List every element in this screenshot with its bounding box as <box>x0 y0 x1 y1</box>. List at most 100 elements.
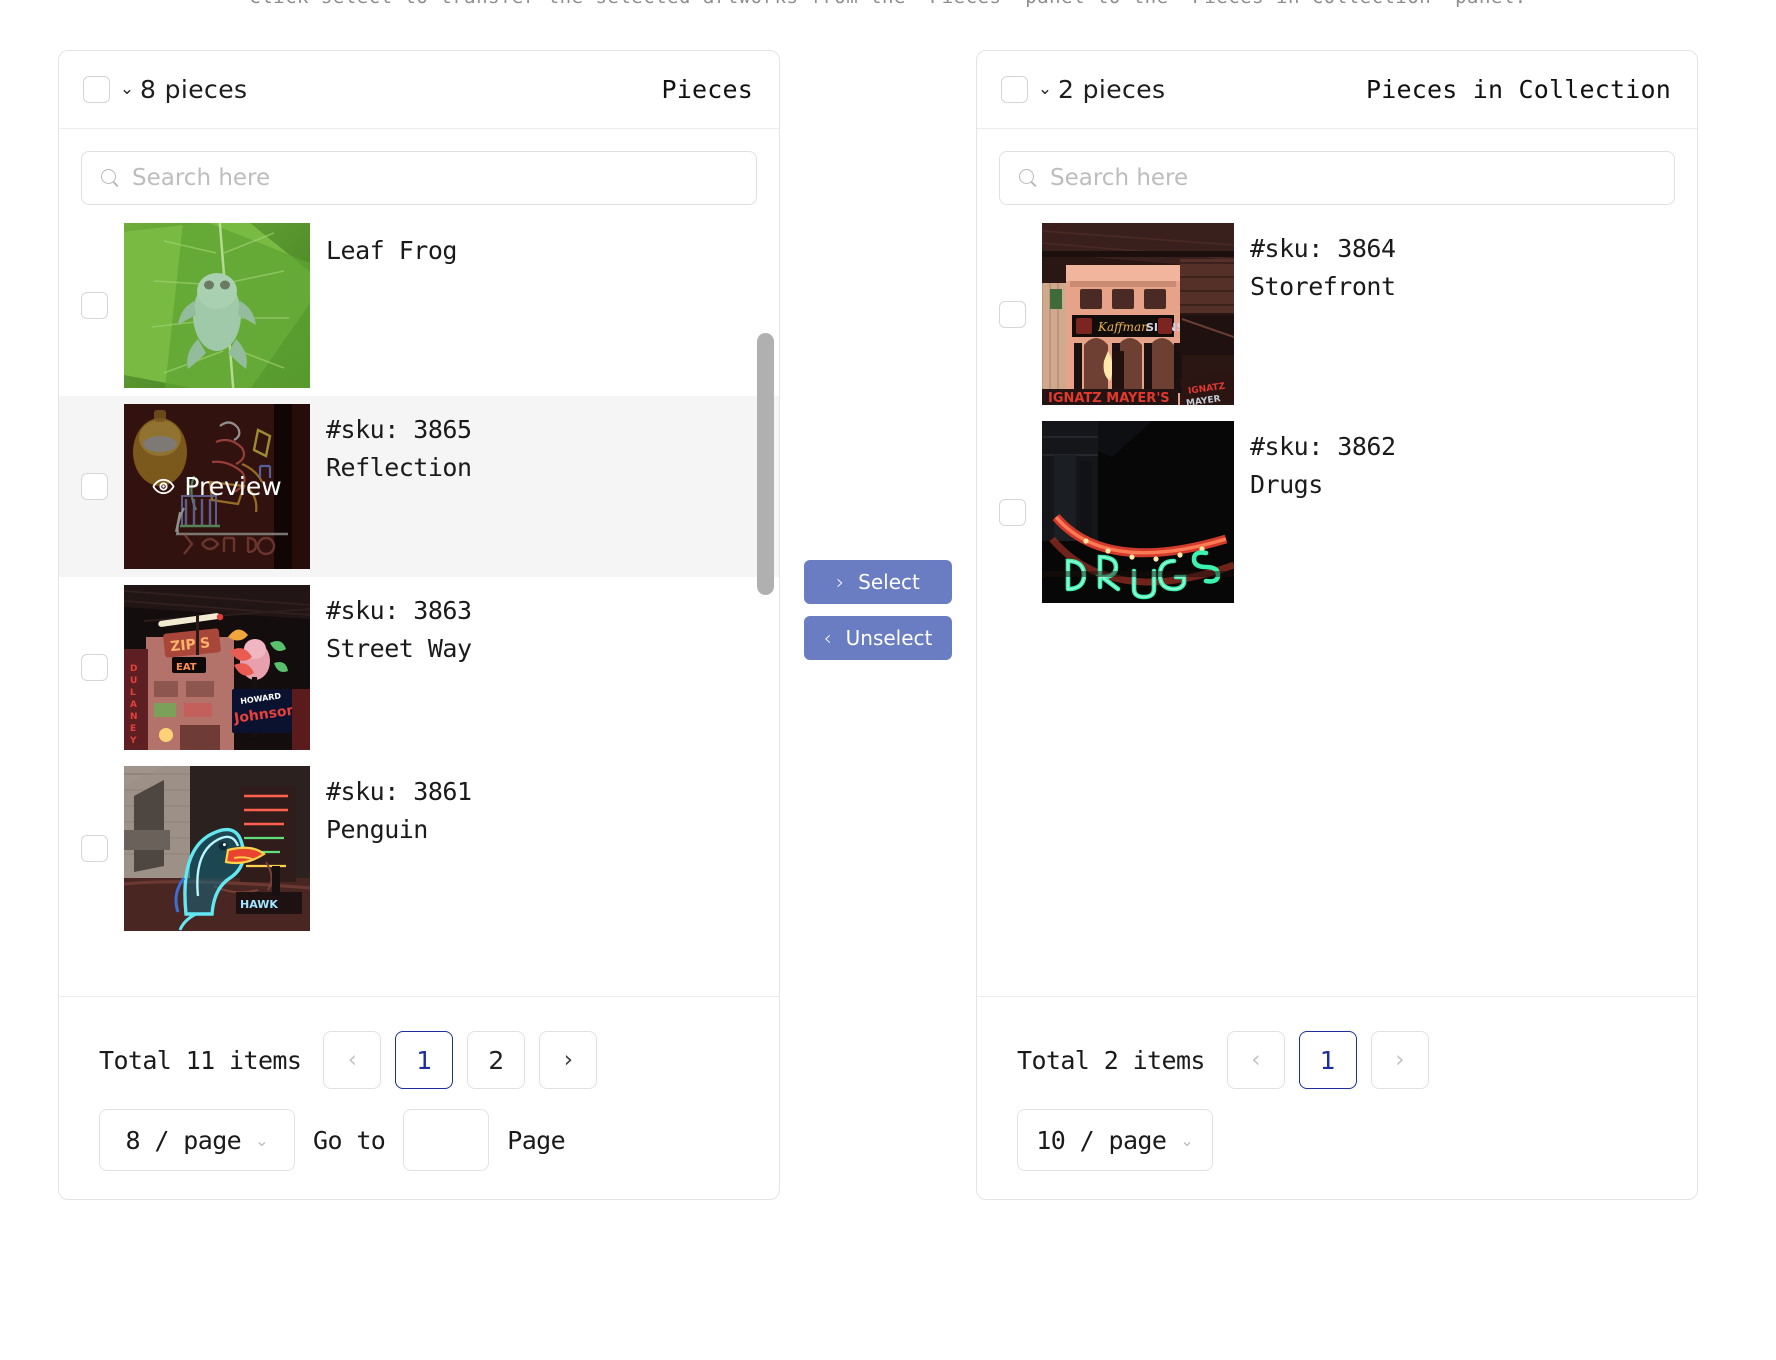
source-select-all-checkbox[interactable] <box>83 76 110 103</box>
item-name: Storefront <box>1250 271 1396 301</box>
target-panel-title: Pieces in Collection <box>1365 75 1671 104</box>
item-meta: #sku: 3864 Storefront <box>1250 223 1396 405</box>
list-item[interactable]: HAWK #sku: 3861 Penguin <box>59 758 779 939</box>
item-name: Drugs <box>1250 469 1323 499</box>
list-item[interactable]: #sku: 3862 Drugs <box>977 413 1697 611</box>
list-item[interactable]: Preview #sku: 3865 Reflection <box>59 396 779 577</box>
item-checkbox[interactable] <box>81 292 108 319</box>
svg-text:HAWK: HAWK <box>240 898 278 911</box>
source-search-wrap: Search here <box>59 129 779 215</box>
svg-text:EAT: EAT <box>176 662 197 673</box>
target-search-box[interactable]: Search here <box>999 151 1675 205</box>
transfer-widget: ⌄ 8 pieces Pieces Search here Leaf Frog … <box>58 50 1698 1200</box>
item-checkbox[interactable] <box>81 654 108 681</box>
unselect-button-label: Unselect <box>845 626 933 650</box>
target-search-input[interactable]: Search here <box>1050 165 1188 191</box>
item-meta: #sku: 3862 Drugs <box>1250 421 1396 603</box>
item-thumbnail-street-way[interactable]: DUL ANE Y ZIP'S EAT HOWARD Johnson <box>124 585 310 750</box>
eye-icon <box>152 475 175 498</box>
list-item[interactable]: Kaffman SIGNS <box>977 215 1697 413</box>
list-item[interactable]: Leaf Frog <box>59 215 779 396</box>
item-meta: Leaf Frog <box>326 223 457 388</box>
svg-text:Y: Y <box>129 736 137 746</box>
svg-text:IGNATZ MAYER'S: IGNATZ MAYER'S <box>1048 391 1170 405</box>
target-count-label: 2 pieces <box>1058 75 1166 104</box>
search-icon <box>1018 168 1038 188</box>
svg-text:Kaffman: Kaffman <box>1097 320 1149 334</box>
source-next-page-button[interactable]: › <box>539 1031 598 1089</box>
target-page-1-button[interactable]: 1 <box>1298 1031 1357 1089</box>
unselect-button[interactable]: ‹ Unselect <box>804 616 952 660</box>
target-prev-page-button[interactable]: ‹ <box>1226 1031 1285 1089</box>
item-sku: #sku: 3865 <box>326 415 472 444</box>
source-count-label: 8 pieces <box>140 75 248 104</box>
select-button-label: Select <box>858 570 920 594</box>
transfer-page: Click select to transfer the selected ar… <box>0 0 1776 1360</box>
item-meta: #sku: 3865 Reflection <box>326 404 472 569</box>
source-prev-page-button[interactable]: ‹ <box>323 1031 382 1089</box>
source-page-2-button[interactable]: 2 <box>467 1031 526 1089</box>
source-panel: ⌄ 8 pieces Pieces Search here Leaf Frog … <box>58 50 780 1200</box>
item-thumbnail-drugs[interactable] <box>1042 421 1234 603</box>
instruction-text: Click select to transfer the selected ar… <box>0 0 1776 8</box>
list-item[interactable]: DUL ANE Y ZIP'S EAT HOWARD Johnson #sku:… <box>59 577 779 758</box>
chevron-down-icon: ⌄ <box>1180 1130 1194 1150</box>
source-search-input[interactable]: Search here <box>132 165 270 191</box>
source-goto-input[interactable] <box>403 1109 490 1171</box>
source-pagination-row-2: 8 / page ⌄ Go to Page <box>99 1109 751 1171</box>
item-sku: #sku: 3862 <box>1250 432 1396 461</box>
scrollbar-thumb[interactable] <box>757 333 774 595</box>
item-name: Reflection <box>326 452 472 482</box>
source-total-label: Total 11 items <box>99 1045 302 1075</box>
target-page-size-select[interactable]: 10 / page ⌄ <box>1017 1109 1213 1171</box>
source-panel-title: Pieces <box>661 75 753 104</box>
target-page-size-label: 10 / page <box>1036 1125 1167 1155</box>
item-checkbox[interactable] <box>999 300 1026 328</box>
item-name: Street Way <box>326 633 472 663</box>
target-next-page-button[interactable]: › <box>1370 1031 1429 1089</box>
svg-text:A: A <box>130 700 137 710</box>
source-list-inner: Leaf Frog Preview #sku: 3865 Reflection … <box>59 215 779 996</box>
item-sku: #sku: 3863 <box>326 596 472 625</box>
target-panel-header: ⌄ 2 pieces Pieces in Collection <box>977 51 1697 129</box>
chevron-left-icon: ‹ <box>823 626 832 650</box>
source-list[interactable]: Leaf Frog Preview #sku: 3865 Reflection … <box>59 215 779 996</box>
preview-label: Preview <box>184 472 282 501</box>
item-thumbnail-storefront[interactable]: Kaffman SIGNS <box>1042 223 1234 405</box>
target-panel: ⌄ 2 pieces Pieces in Collection Search h… <box>976 50 1698 1200</box>
preview-overlay[interactable]: Preview <box>124 404 310 569</box>
target-header-left: ⌄ 2 pieces <box>1001 75 1165 104</box>
chevron-down-icon[interactable]: ⌄ <box>1034 81 1056 98</box>
target-pagination-row-2: 10 / page ⌄ <box>1017 1109 1669 1171</box>
svg-text:E: E <box>130 724 136 734</box>
item-name: Leaf Frog <box>326 236 457 265</box>
item-meta: #sku: 3863 Street Way <box>326 585 472 750</box>
chevron-down-icon[interactable]: ⌄ <box>116 81 138 98</box>
target-select-all-checkbox[interactable] <box>1001 76 1028 103</box>
source-page-1-button[interactable]: 1 <box>395 1031 454 1089</box>
item-sku: #sku: 3864 <box>1250 234 1396 263</box>
item-checkbox[interactable] <box>81 473 108 500</box>
source-page-size-select[interactable]: 8 / page ⌄ <box>99 1109 295 1171</box>
svg-text:L: L <box>130 688 136 698</box>
source-pagination-row: Total 11 items ‹ 1 2 › <box>99 1031 751 1089</box>
item-name: Penguin <box>326 814 428 844</box>
item-thumbnail-reflection[interactable]: Preview <box>124 404 310 569</box>
target-total-label: Total 2 items <box>1017 1045 1205 1075</box>
item-checkbox[interactable] <box>999 498 1026 526</box>
item-thumbnail-penguin[interactable]: HAWK <box>124 766 310 931</box>
target-list[interactable]: Kaffman SIGNS <box>977 215 1697 996</box>
source-panel-header: ⌄ 8 pieces Pieces <box>59 51 779 129</box>
source-list-scrollbar[interactable] <box>753 215 775 996</box>
select-button[interactable]: › Select <box>804 560 952 604</box>
chevron-down-icon: ⌄ <box>255 1130 269 1150</box>
item-thumbnail-leaf-frog[interactable] <box>124 223 310 388</box>
target-list-inner: Kaffman SIGNS <box>977 215 1697 996</box>
source-search-box[interactable]: Search here <box>81 151 757 205</box>
source-pagination: Total 11 items ‹ 1 2 › 8 / page ⌄ Go to … <box>59 996 779 1199</box>
item-sku: #sku: 3861 <box>326 777 472 806</box>
search-icon <box>100 168 120 188</box>
item-checkbox[interactable] <box>81 835 108 862</box>
svg-text:N: N <box>130 712 138 722</box>
target-pagination: Total 2 items ‹ 1 › 10 / page ⌄ <box>977 996 1697 1199</box>
